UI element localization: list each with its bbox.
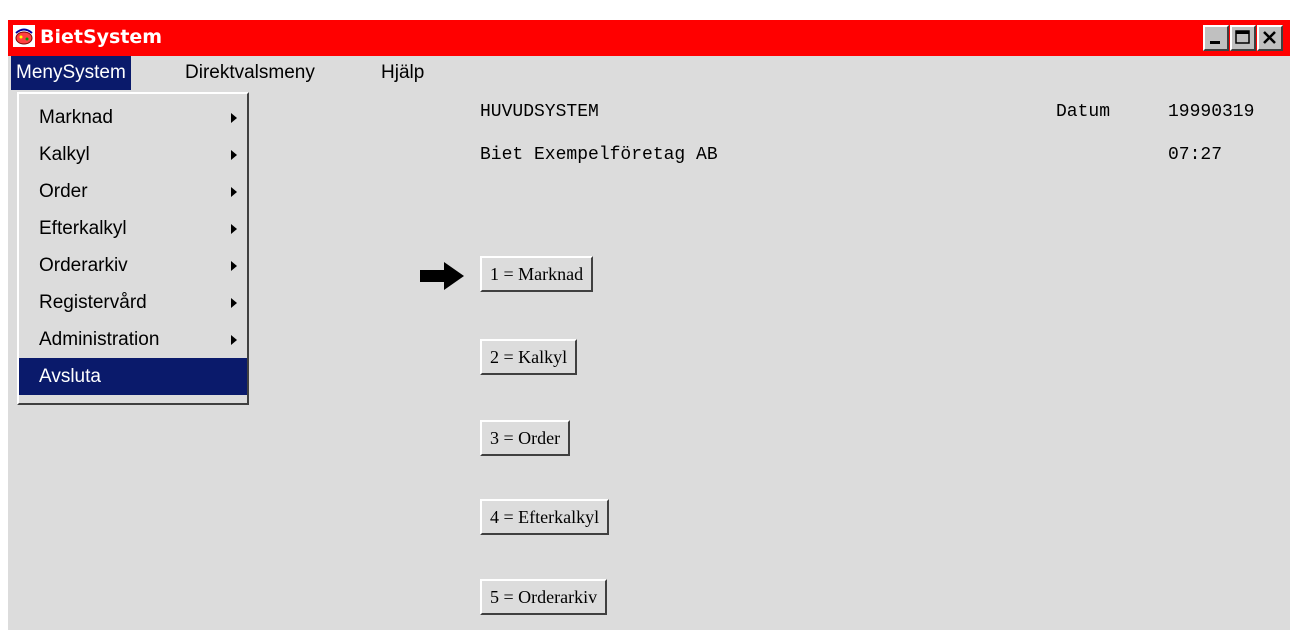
dropdown-item-kalkyl[interactable]: Kalkyl: [19, 136, 247, 173]
dropdown-item-efterkalkyl[interactable]: Efterkalkyl: [19, 210, 247, 247]
date-label: Datum: [1056, 102, 1111, 122]
arrow-right-icon: [420, 262, 464, 290]
system-title: HUVUDSYSTEM: [480, 102, 599, 122]
app-window: BietSystem MenySystem Direktvalsmeny Hjä…: [8, 20, 1290, 630]
submenu-arrow-icon: [231, 187, 237, 197]
submenu-arrow-icon: [231, 261, 237, 271]
dropdown-item-label: Efterkalkyl: [39, 218, 127, 239]
button-marknad[interactable]: 1 = Marknad: [480, 256, 594, 292]
submenu-arrow-icon: [231, 113, 237, 123]
dropdown-item-marknad[interactable]: Marknad: [19, 99, 247, 136]
maximize-button[interactable]: [1230, 25, 1256, 51]
dropdown-item-label: Marknad: [39, 107, 113, 128]
minimize-button[interactable]: [1203, 25, 1229, 51]
button-kalkyl[interactable]: 2 = Kalkyl: [480, 339, 578, 375]
dropdown-item-order[interactable]: Order: [19, 173, 247, 210]
dropdown-item-orderarkiv[interactable]: Orderarkiv: [19, 247, 247, 284]
button-order[interactable]: 3 = Order: [480, 420, 571, 456]
dropdown-item-label: Kalkyl: [39, 144, 90, 165]
close-button[interactable]: [1257, 25, 1283, 51]
submenu-arrow-icon: [231, 150, 237, 160]
menysystem-dropdown: Marknad Kalkyl Order Efterkalkyl Orderar…: [17, 92, 249, 405]
dropdown-item-label: Orderarkiv: [39, 255, 128, 276]
submenu-arrow-icon: [231, 335, 237, 345]
maximize-icon: [1235, 30, 1250, 44]
dropdown-item-administration[interactable]: Administration: [19, 321, 247, 358]
title-bar[interactable]: BietSystem: [8, 20, 1290, 56]
window-title: BietSystem: [40, 26, 163, 48]
button-efterkalkyl[interactable]: 4 = Efterkalkyl: [480, 499, 610, 535]
app-icon[interactable]: [12, 24, 36, 48]
minimize-icon: [1210, 41, 1220, 44]
menu-hjalp[interactable]: Hjälp: [376, 56, 429, 90]
date-value: 19990319: [1168, 102, 1255, 122]
dropdown-item-avsluta[interactable]: Avsluta: [19, 358, 247, 395]
dropdown-item-registervard[interactable]: Registervård: [19, 284, 247, 321]
dropdown-item-label: Registervård: [39, 292, 147, 313]
dropdown-item-label: Administration: [39, 329, 160, 350]
submenu-arrow-icon: [231, 224, 237, 234]
dropdown-item-label: Avsluta: [39, 366, 101, 387]
button-orderarkiv[interactable]: 5 = Orderarkiv: [480, 579, 608, 615]
dropdown-item-label: Order: [39, 181, 88, 202]
menu-direktvalsmeny[interactable]: Direktvalsmeny: [180, 56, 320, 90]
close-icon: [1263, 31, 1276, 44]
time-value: 07:27: [1168, 145, 1223, 165]
submenu-arrow-icon: [231, 298, 237, 308]
menu-bar: MenySystem Direktvalsmeny Hjälp: [8, 56, 1290, 90]
company-name: Biet Exempelföretag AB: [480, 145, 718, 165]
menu-menysystem[interactable]: MenySystem: [11, 56, 131, 90]
